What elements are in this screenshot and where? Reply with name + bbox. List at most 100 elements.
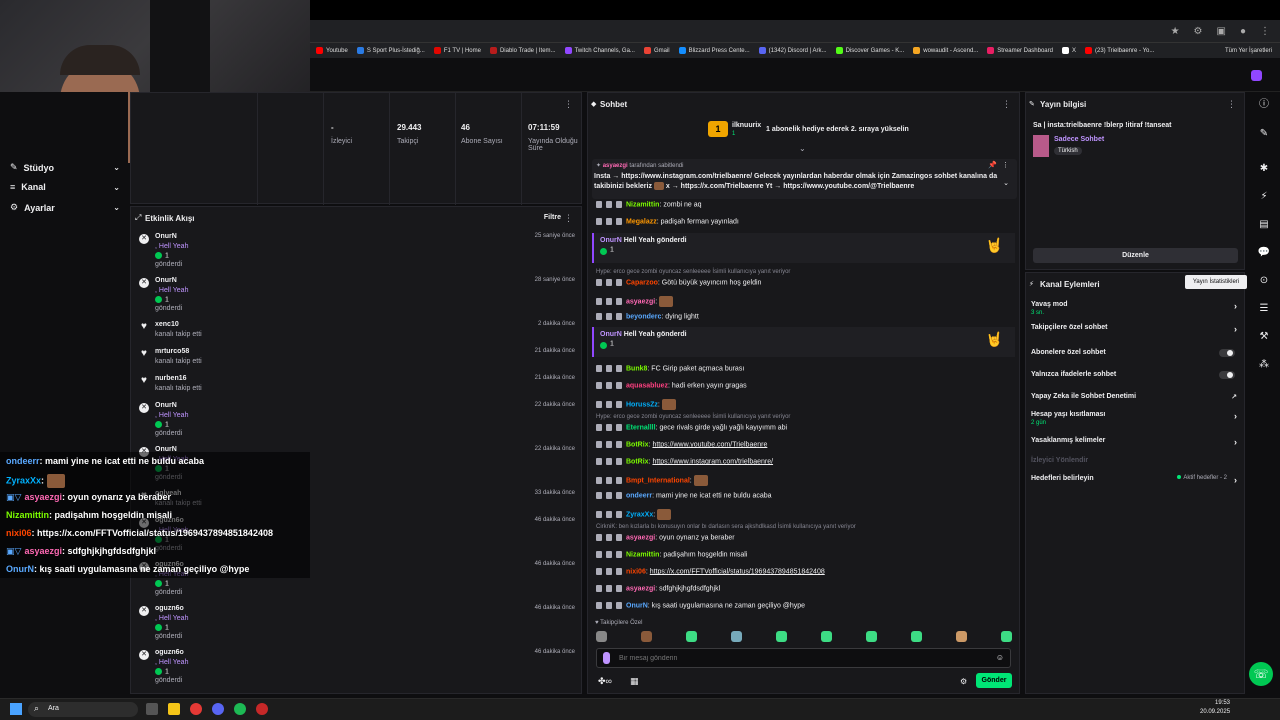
activity-item[interactable]: ✕ OnurN , Hell Yeah 1gönderdi 22 dakika önce	[139, 402, 575, 446]
chat-username[interactable]: BotRix	[626, 458, 649, 465]
action-toggle[interactable]	[1219, 349, 1235, 357]
bookmark-star-icon[interactable]: ★	[1171, 26, 1180, 37]
chat-username[interactable]: beyonderc	[626, 313, 661, 320]
chat-message-field[interactable]	[619, 652, 979, 664]
activity-item[interactable]: ✕ OnurN , Hell Yeah 1 gönderdi 28 saniye önce	[139, 277, 575, 321]
bookmark-item[interactable]: X	[1061, 47, 1076, 54]
channel-action[interactable]: Yapay Zeka ile Sohbet Denetimi ↗	[1031, 393, 1239, 401]
activity-item[interactable]: ♥ xenc10 kanalı takip etti 2 dakika önce	[139, 321, 575, 348]
category-link[interactable]: Sadece Sohbet	[1054, 136, 1104, 143]
pin-icon[interactable]: 📌	[988, 161, 997, 169]
chat-username[interactable]: asyaezgi	[626, 534, 655, 541]
support-chat-icon[interactable]: ☏	[1249, 662, 1273, 686]
chevron-down-icon[interactable]: ⌄	[799, 144, 806, 153]
nav-settings[interactable]: ⚙ Ayarlar ⌄	[10, 202, 120, 213]
obs-icon[interactable]	[256, 703, 268, 715]
nav-channel[interactable]: ≡ Kanal ⌄	[10, 182, 120, 192]
activity-user[interactable]: nurben16	[155, 375, 187, 382]
chat-username[interactable]: Nizamittin	[626, 551, 659, 558]
chat-username[interactable]: Bunk8	[626, 365, 647, 372]
cheer-user[interactable]: OnurN	[600, 331, 622, 338]
lightning-icon[interactable]: ⚡	[1257, 190, 1271, 204]
info-icon[interactable]: ⓘ	[1257, 98, 1271, 112]
bookmark-item[interactable]: Youtube	[316, 47, 348, 54]
bookmark-item[interactable]: Discover Games - K...	[835, 47, 904, 54]
discord-icon[interactable]	[212, 703, 224, 715]
bookmark-item[interactable]: F1 TV | Home	[433, 47, 481, 54]
chat-settings-icon[interactable]: ⚙	[960, 677, 967, 686]
chat-input[interactable]: ☺	[596, 648, 1011, 668]
emote-icon[interactable]	[686, 631, 697, 642]
chat-username[interactable]: ZyraxXx	[626, 511, 653, 518]
chat-username[interactable]: asyaezgi	[626, 585, 655, 592]
leaderboard-user[interactable]: ilknuurix	[732, 122, 761, 129]
emote-icon[interactable]	[911, 631, 922, 642]
menu-icon[interactable]: ⋮	[1260, 26, 1270, 37]
emote-icon[interactable]	[731, 631, 742, 642]
instagram-link[interactable]: https://www.instagram.com/trielbaenre/	[621, 173, 752, 180]
more-icon[interactable]: ⋮	[1002, 161, 1009, 169]
bookmark-item[interactable]: Streamer Dashboard	[987, 47, 1053, 54]
activity-user[interactable]: xenc10	[155, 321, 179, 328]
chat-username[interactable]: OnurN	[626, 602, 648, 609]
profile-icon[interactable]: ●	[1240, 26, 1246, 37]
clock-time[interactable]: 19:53	[1200, 700, 1230, 706]
edit-icon[interactable]: ✎	[1257, 127, 1271, 141]
stats-icon[interactable]: ⊙	[1257, 274, 1271, 288]
bookmark-item[interactable]: Blizzard Press Cente...	[678, 47, 750, 54]
channel-action[interactable]: Takipçilere özel sohbet ›	[1031, 324, 1239, 334]
add-panel-icon[interactable]: ⁂	[1257, 358, 1271, 372]
channel-action[interactable]: Abonelere özel sohbet	[1031, 349, 1239, 357]
bookmark-item[interactable]: (23) Trielbaenre - Yo...	[1085, 47, 1154, 54]
activity-user[interactable]: OnurN	[155, 402, 177, 409]
clock-date[interactable]: 20.09.2025	[1200, 709, 1230, 715]
windows-start-icon[interactable]	[10, 703, 22, 715]
bookmark-item[interactable]: Diablo Trade | Item...	[489, 47, 556, 54]
edit-button[interactable]: Düzenle	[1033, 248, 1238, 263]
emote-icon[interactable]	[641, 631, 652, 642]
emoji-icon[interactable]: ☺	[996, 653, 1004, 662]
bookmark-item[interactable]: wowaudit - Ascend...	[913, 47, 978, 54]
activity-user[interactable]: OnurN	[155, 277, 177, 284]
chat-username[interactable]: aquasabluez	[626, 382, 668, 389]
chat-username[interactable]: asyaezgi	[626, 298, 655, 305]
channel-action[interactable]: Hedefleri belirleyin Aktif hedefler - 2 ›	[1031, 475, 1239, 485]
bookmark-item[interactable]: S Sport Plus-İstediğ...	[356, 47, 425, 54]
more-icon[interactable]: ⋮	[1002, 99, 1011, 110]
cheer-user[interactable]: OnurN	[600, 237, 622, 244]
more-icon[interactable]: ⋮	[564, 99, 573, 110]
bookmark-item[interactable]: (1342) Discord | Ark...	[758, 47, 827, 54]
expand-icon[interactable]: ⤢	[135, 213, 141, 223]
document-icon[interactable]: ▤	[1257, 218, 1271, 232]
chat-username[interactable]: nixi06	[626, 568, 646, 575]
x-link[interactable]: https://x.com/Trielbaenre	[681, 183, 764, 190]
bookmark-item[interactable]: Twitch Channels, Ga...	[564, 47, 635, 54]
bug-icon[interactable]: ✱	[1257, 162, 1271, 176]
chat-link[interactable]: https://www.youtube.com/Trielbaenre	[652, 441, 767, 448]
tag-pill[interactable]: Türkish	[1054, 147, 1082, 155]
channel-action[interactable]: Yalnızca ifadelerle sohbet	[1031, 371, 1239, 379]
chat-username[interactable]: ondeerr	[626, 492, 652, 499]
taskbar-search[interactable]: ⌕ Ara	[28, 702, 138, 717]
chevron-down-icon[interactable]: ⌄	[1003, 179, 1009, 187]
activity-item[interactable]: ♥ mrturco58 kanalı takip etti 21 dakika önc…	[139, 348, 575, 375]
activity-user[interactable]: oguzn6o	[155, 649, 184, 656]
chat-username[interactable]: Megalazz	[626, 218, 657, 225]
chat-link[interactable]: https://www.instagram.com/trielbaenre/	[652, 458, 773, 465]
more-icon[interactable]: ⋮	[564, 213, 573, 224]
emote-icon[interactable]	[596, 631, 607, 642]
channel-action[interactable]: Hesap yaşı kısıtlaması 2 gün ›	[1031, 411, 1239, 426]
all-bookmarks-button[interactable]: Tüm Yer İşaretleri	[1225, 48, 1272, 54]
emote-icon[interactable]	[776, 631, 787, 642]
puzzle-icon[interactable]: ▣	[1217, 26, 1226, 37]
activity-item[interactable]: ✕ oguzn6o , Hell Yeah 1gönderdi 46 dakika ön…	[139, 649, 575, 693]
twitch-logo-icon[interactable]	[1251, 70, 1262, 81]
channel-action[interactable]: Yavaş mod 3 sn. ›	[1031, 301, 1239, 316]
emote-icon[interactable]	[956, 631, 967, 642]
activity-user[interactable]: OnurN	[155, 233, 177, 240]
channel-action[interactable]: İzleyici Yönlendir	[1031, 457, 1239, 464]
chat-bubble-icon[interactable]: 💬	[1257, 246, 1271, 260]
action-toggle[interactable]	[1219, 371, 1235, 379]
spotify-icon[interactable]	[234, 703, 246, 715]
bits-cheer-icon[interactable]: ✤∞	[598, 676, 612, 687]
